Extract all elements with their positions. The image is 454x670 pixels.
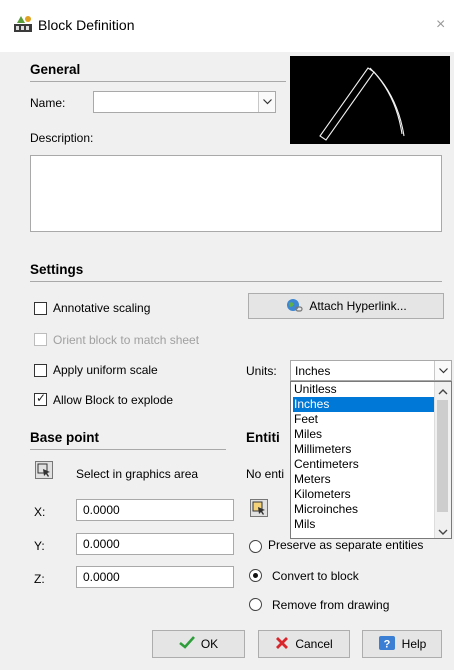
attach-hyperlink-button[interactable]: Attach Hyperlink... <box>248 293 444 319</box>
units-option[interactable]: Unitless <box>293 382 434 397</box>
scroll-up-arrow-icon[interactable] <box>438 385 448 399</box>
orient-block-label: Orient block to match sheet <box>53 333 200 347</box>
units-label: Units: <box>246 364 277 378</box>
help-label: Help <box>401 637 427 651</box>
select-entities-button[interactable] <box>250 499 268 517</box>
preserve-entities-radio[interactable] <box>249 540 262 553</box>
uniform-scale-checkbox[interactable] <box>34 364 47 377</box>
chevron-down-icon[interactable] <box>258 92 275 112</box>
orient-block-checkbox[interactable] <box>34 333 47 346</box>
radio-selected-dot <box>253 573 258 578</box>
y-label: Y: <box>34 539 45 553</box>
units-dropdown-list[interactable]: Unitless Inches Feet Miles Millimeters C… <box>290 381 452 539</box>
remove-from-drawing-label: Remove from drawing <box>272 598 390 612</box>
units-option[interactable]: Microinches <box>293 502 434 517</box>
globe-link-icon <box>285 297 303 316</box>
checkmark-icon <box>179 636 195 652</box>
allow-explode-checkbox[interactable]: ✓ <box>34 391 47 406</box>
help-icon: ? <box>378 635 396 654</box>
dialog-title: Block Definition <box>38 17 135 33</box>
select-entities-icon <box>252 501 265 515</box>
units-value: Inches <box>295 364 331 378</box>
general-divider <box>30 81 286 82</box>
units-option[interactable]: Feet <box>293 412 434 427</box>
close-icon[interactable]: × <box>436 16 445 34</box>
general-section-title: General <box>30 62 81 77</box>
ok-button[interactable]: OK <box>152 630 245 658</box>
z-label: Z: <box>34 572 45 586</box>
units-option-selected[interactable]: Inches <box>293 397 434 412</box>
ok-label: OK <box>200 637 219 651</box>
base-point-divider <box>30 449 226 450</box>
name-label: Name: <box>30 96 66 110</box>
z-coordinate-input[interactable]: 0.0000 <box>76 566 234 588</box>
entities-section-title: Entiti <box>246 430 280 445</box>
help-button[interactable]: ? Help <box>362 630 442 658</box>
block-preview <box>290 56 450 144</box>
chevron-down-icon[interactable] <box>434 361 451 380</box>
select-in-graphics-label: Select in graphics area <box>76 467 199 481</box>
svg-text:?: ? <box>383 638 390 650</box>
name-combobox[interactable] <box>93 91 276 113</box>
pick-point-icon <box>37 463 50 477</box>
settings-section-title: Settings <box>30 262 84 277</box>
convert-to-block-radio[interactable] <box>249 569 262 582</box>
description-label: Description: <box>30 131 94 145</box>
scroll-down-arrow-icon[interactable] <box>438 525 448 538</box>
preserve-entities-label: Preserve as separate entities <box>268 538 424 552</box>
pick-point-button[interactable] <box>35 461 53 479</box>
settings-divider <box>30 281 442 282</box>
base-point-section-title: Base point <box>30 430 100 445</box>
description-textarea[interactable] <box>30 155 442 232</box>
scrollbar-thumb[interactable] <box>437 400 448 512</box>
units-option[interactable]: Centimeters <box>293 457 434 472</box>
convert-to-block-label: Convert to block <box>272 569 359 583</box>
annotative-scaling-checkbox[interactable] <box>34 302 47 315</box>
units-option[interactable]: Mils <box>293 517 434 532</box>
units-option[interactable]: Kilometers <box>293 487 434 502</box>
units-option[interactable]: Meters <box>293 472 434 487</box>
cancel-x-icon <box>275 636 289 653</box>
x-coordinate-input[interactable]: 0.0000 <box>76 499 234 521</box>
annotative-scaling-label: Annotative scaling <box>53 301 151 315</box>
y-coordinate-input[interactable]: 0.0000 <box>76 533 234 555</box>
checkmark-icon: ✓ <box>36 391 47 405</box>
attach-hyperlink-label: Attach Hyperlink... <box>309 299 407 313</box>
units-option[interactable]: Millimeters <box>293 442 434 457</box>
cancel-label: Cancel <box>295 637 333 651</box>
units-option[interactable]: Miles <box>293 427 434 442</box>
cancel-button[interactable]: Cancel <box>258 630 350 658</box>
allow-explode-label: Allow Block to explode <box>53 393 174 407</box>
remove-from-drawing-radio[interactable] <box>249 598 262 611</box>
x-label: X: <box>34 505 46 519</box>
block-app-icon <box>13 15 33 33</box>
dropdown-scrollbar[interactable] <box>434 382 451 538</box>
units-combobox[interactable]: Inches <box>290 360 452 381</box>
no-entities-text: No enti <box>246 467 285 481</box>
uniform-scale-label: Apply uniform scale <box>53 363 158 377</box>
